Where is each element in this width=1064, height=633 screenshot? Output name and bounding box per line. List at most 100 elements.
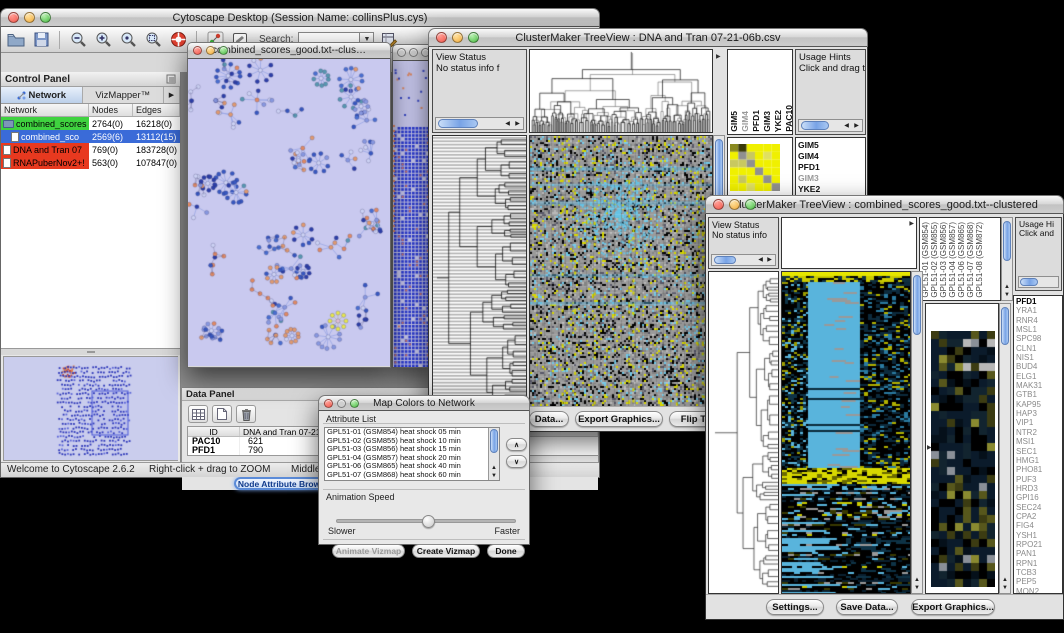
gene-label[interactable]: MAK31 <box>1014 381 1062 390</box>
create-vizmap-button[interactable]: Create Vizmap <box>412 544 480 558</box>
save-data-button[interactable]: Data... <box>529 411 569 427</box>
gene-label[interactable]: SEC24 <box>1014 503 1062 512</box>
scroll-down-arrow[interactable]: ▼ <box>1000 585 1010 592</box>
network-row[interactable]: DNA and Tran 07 769(0) 183728(0) <box>1 143 180 156</box>
open-file-button[interactable] <box>6 30 26 50</box>
move-down-button[interactable]: ∨ <box>506 455 527 468</box>
splitter-arrow-icon[interactable]: ▶ <box>716 53 721 60</box>
export-graphics-button[interactable]: Export Graphics... <box>575 411 663 427</box>
scroll-up-arrow[interactable]: ▲ <box>912 577 922 584</box>
scroll-up-arrow[interactable]: ▲ <box>489 465 499 472</box>
network-canvas[interactable] <box>188 59 390 366</box>
minimize-button[interactable] <box>409 48 418 57</box>
gene-label[interactable]: PHO81 <box>1014 465 1062 474</box>
gene-label[interactable]: PUF3 <box>1014 475 1062 484</box>
horizontal-scrollbar[interactable]: ◀ ▶ <box>435 117 524 130</box>
gene-label[interactable]: VIP1 <box>1014 418 1062 427</box>
scroll-right-arrow[interactable]: ▶ <box>765 255 774 266</box>
attribute-item[interactable]: GPL51-07 (GSM868) heat shock 60 min <box>325 471 499 480</box>
tv2-left-dendrogram-canvas[interactable] <box>709 272 778 593</box>
export-graphics-button[interactable]: Export Graphics... <box>911 599 995 615</box>
scroll-down-arrow[interactable]: ▼ <box>912 585 922 592</box>
zoom-button[interactable] <box>40 12 51 23</box>
zoom-button[interactable] <box>745 199 756 210</box>
delete-attribute-icon[interactable] <box>236 405 256 423</box>
gene-label[interactable]: FIG4 <box>1014 521 1062 530</box>
new-attribute-icon[interactable] <box>212 405 232 423</box>
gene-label[interactable]: MON2 <box>1014 587 1062 594</box>
gene-label[interactable]: GIM5 <box>796 140 865 151</box>
gene-label[interactable]: PEP5 <box>1014 577 1062 586</box>
scroll-down-arrow[interactable]: ▼ <box>489 473 499 480</box>
gene-label[interactable]: PFD1 <box>1014 297 1062 306</box>
tab-network[interactable]: Network <box>1 87 83 103</box>
gene-label[interactable]: YKE2 <box>796 184 865 195</box>
zoom-button[interactable] <box>219 46 228 55</box>
horizontal-scrollbar[interactable]: ◀ ▶ <box>711 254 776 266</box>
gene-label[interactable]: GIM4 <box>796 151 865 162</box>
close-button[interactable] <box>436 32 447 43</box>
tv2-heatmap-canvas[interactable] <box>782 272 910 593</box>
animate-vizmap-button[interactable]: Animate Vizmap <box>332 544 405 558</box>
scroll-down-arrow[interactable]: ▼ <box>1002 292 1012 299</box>
vertical-scrollbar[interactable]: ▲ ▼ <box>999 303 1011 594</box>
network-view-titlebar[interactable]: combined_scores_good.txt--cluste... <box>187 42 391 59</box>
tab-vizmapper[interactable]: VizMapper™ <box>83 87 165 103</box>
horizontal-scrollbar[interactable] <box>1018 276 1059 288</box>
move-up-button[interactable]: ∧ <box>506 438 527 451</box>
gene-label[interactable]: RNR4 <box>1014 316 1062 325</box>
zoom-selected-icon[interactable] <box>118 30 138 50</box>
gene-label[interactable]: NIS1 <box>1014 353 1062 362</box>
scroll-up-arrow[interactable]: ▲ <box>1000 577 1010 584</box>
birdseye-canvas[interactable] <box>4 357 178 460</box>
vertical-scrollbar[interactable]: ▲ ▼ <box>1001 217 1013 301</box>
vertical-scrollbar[interactable]: ▲ ▼ <box>488 428 499 480</box>
tv2-subheatmap-canvas[interactable] <box>931 331 995 587</box>
network-row[interactable]: combined_scores 2764(0) 16218(0) <box>1 117 180 130</box>
help-lifesaver-icon[interactable] <box>168 30 188 50</box>
scroll-left-arrow[interactable]: ◀ <box>756 255 765 266</box>
scroll-left-arrow[interactable]: ◀ <box>503 118 512 130</box>
panel-splitter[interactable] <box>1 349 180 355</box>
tv1-matrix-canvas[interactable] <box>730 144 780 191</box>
splitter-arrow-icon[interactable]: ▶ <box>927 444 932 451</box>
gene-label[interactable]: GIM3 <box>796 173 865 184</box>
select-attributes-icon[interactable] <box>188 405 208 423</box>
scroll-left-arrow[interactable]: ◀ <box>842 120 851 132</box>
close-button[interactable] <box>397 48 406 57</box>
gene-label[interactable]: GPI16 <box>1014 493 1062 502</box>
tv1-left-dendrogram-canvas[interactable] <box>433 136 526 406</box>
gene-label[interactable]: KAP95 <box>1014 400 1062 409</box>
main-titlebar[interactable]: Cytoscape Desktop (Session Name: collins… <box>0 8 600 27</box>
settings-button[interactable]: Settings... <box>766 599 824 615</box>
more-tabs-button[interactable]: ▶ <box>164 87 180 103</box>
network-row-selected[interactable]: combined_sco 2569(6) 13112(15) <box>1 130 180 143</box>
gene-label[interactable]: SPC98 <box>1014 334 1062 343</box>
gene-label[interactable]: MSL1 <box>1014 325 1062 334</box>
gene-label[interactable]: RPO21 <box>1014 540 1062 549</box>
slider-thumb[interactable] <box>422 515 435 528</box>
gene-label[interactable]: GTB1 <box>1014 390 1062 399</box>
gene-label[interactable]: YRA1 <box>1014 306 1062 315</box>
gene-label[interactable]: PFD1 <box>796 162 865 173</box>
done-button[interactable]: Done <box>487 544 525 558</box>
scroll-right-arrow[interactable]: ▶ <box>852 120 861 132</box>
save-button[interactable] <box>31 30 51 50</box>
treeview1-titlebar[interactable]: ClusterMaker TreeView : DNA and Tran 07-… <box>428 28 868 47</box>
zoom-button[interactable] <box>468 32 479 43</box>
zoom-in-icon[interactable] <box>93 30 113 50</box>
gene-label[interactable]: BUD4 <box>1014 362 1062 371</box>
gene-label[interactable]: PAN1 <box>1014 549 1062 558</box>
minimize-button[interactable] <box>206 46 215 55</box>
splitter-arrow-icon[interactable]: ▶ <box>909 220 914 227</box>
close-button[interactable] <box>8 12 19 23</box>
close-button[interactable] <box>324 399 333 408</box>
dialog-titlebar[interactable]: Map Colors to Network <box>318 395 530 411</box>
tv1-top-dendrogram-canvas[interactable] <box>530 50 712 132</box>
gene-label[interactable]: HMG1 <box>1014 456 1062 465</box>
minimize-button[interactable] <box>337 399 346 408</box>
minimize-button[interactable] <box>729 199 740 210</box>
close-button[interactable] <box>193 46 202 55</box>
close-button[interactable] <box>713 199 724 210</box>
animation-speed-slider[interactable] <box>336 519 516 523</box>
